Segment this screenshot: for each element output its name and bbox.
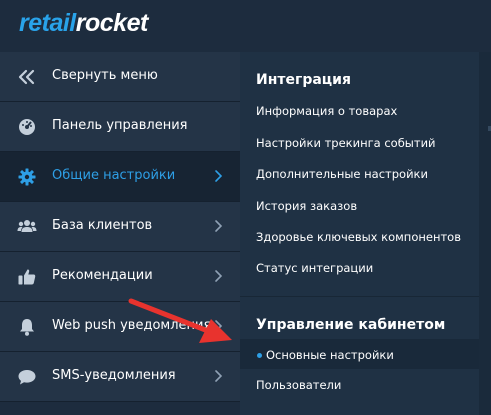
active-indicator-dot [257, 353, 262, 358]
submenu-link-event-tracking[interactable]: Настройки трекинга событий [256, 136, 436, 150]
sidebar: Свернуть меню Панель управления Общие на… [0, 52, 240, 415]
sidebar-item-label: Свернуть меню [52, 68, 158, 83]
sidebar-item-dashboard[interactable]: Панель управления [0, 102, 240, 152]
settings-submenu-panel: Интеграция Информация о товарах Настройк… [240, 52, 491, 415]
users-icon [17, 217, 37, 237]
section-heading-integration: Интеграция [256, 72, 351, 88]
logo-part-retail: retail [19, 9, 76, 37]
chevron-right-icon [212, 218, 226, 234]
sidebar-item-label: Общие настройки [52, 168, 176, 183]
sidebar-item-recommendations[interactable]: Рекомендации [0, 252, 240, 302]
chevron-right-icon [212, 268, 226, 284]
retailrocket-logo[interactable]: retailrocket [19, 9, 148, 38]
section-heading-account-management: Управление кабинетом [256, 317, 446, 333]
submenu-link-component-health[interactable]: Здоровье ключевых компонентов [256, 230, 461, 244]
chat-icon [17, 367, 37, 387]
thumbs-up-icon [17, 267, 37, 287]
gear-icon [17, 167, 37, 187]
sidebar-item-collapse-menu[interactable]: Свернуть меню [0, 52, 240, 102]
chevron-right-icon [212, 168, 226, 184]
sidebar-item-general-settings[interactable]: Общие настройки [0, 152, 240, 202]
header-bar: retailrocket [0, 0, 491, 52]
logo-part-rocket: rocket [75, 9, 149, 37]
submenu-link-additional-settings[interactable]: Дополнительные настройки [256, 167, 428, 181]
sidebar-item-sms[interactable]: SMS-уведомления [0, 352, 240, 402]
sidebar-item-label: Панель управления [52, 118, 188, 133]
dashboard-icon [17, 117, 37, 137]
submenu-link-users[interactable]: Пользователи [256, 378, 341, 392]
submenu-link-main-settings[interactable]: Основные настройки [266, 348, 394, 362]
scrollbar-track[interactable] [479, 52, 491, 415]
submenu-link-order-history[interactable]: История заказов [256, 199, 357, 213]
bell-icon [17, 317, 37, 337]
sidebar-item-web-push[interactable]: Web push уведомления [0, 302, 240, 352]
submenu-link-integration-status[interactable]: Статус интеграции [256, 261, 373, 275]
chevron-right-icon [212, 318, 226, 334]
sidebar-item-customer-base[interactable]: База клиентов [0, 202, 240, 252]
sidebar-item-label: SMS-уведомления [52, 368, 176, 383]
submenu-link-product-info[interactable]: Информация о товарах [256, 104, 397, 118]
collapse-icon [17, 67, 37, 87]
chevron-right-icon [212, 368, 226, 384]
sidebar-item-label: База клиентов [52, 218, 153, 233]
sidebar-item-label: Web push уведомления [52, 318, 212, 333]
sidebar-item-label: Рекомендации [52, 268, 153, 283]
section-divider [240, 296, 491, 297]
